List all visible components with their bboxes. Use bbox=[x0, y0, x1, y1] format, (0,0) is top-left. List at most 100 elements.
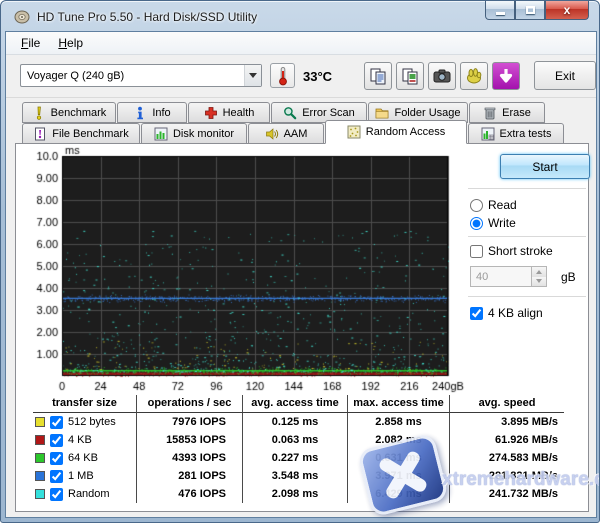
avg-access-value: 0.125 ms bbox=[242, 413, 347, 431]
max-access-value: 6.429 ms bbox=[347, 485, 449, 503]
avg-speed-value: 281.821 MB/s bbox=[449, 467, 564, 485]
save-results-button[interactable] bbox=[492, 62, 520, 90]
series-checkbox-4-kb[interactable] bbox=[50, 434, 63, 447]
max-access-value: 2.082 ms bbox=[347, 431, 449, 449]
ops-value: 7976 IOPS bbox=[136, 413, 242, 431]
align-checkbox[interactable] bbox=[470, 307, 483, 320]
max-access-value: 0.631 ms bbox=[347, 449, 449, 467]
stepper-up-icon[interactable] bbox=[532, 267, 546, 277]
results-table: transfer size operations / sec avg. acce… bbox=[33, 395, 564, 503]
read-label: Read bbox=[488, 198, 517, 212]
table-row-label: 4 KB bbox=[33, 431, 136, 449]
random-access-chart bbox=[32, 145, 468, 395]
series-checkbox-random[interactable] bbox=[50, 488, 63, 501]
file-benchmark-icon bbox=[33, 127, 47, 141]
avg-speed-value: 3.895 MB/s bbox=[449, 413, 564, 431]
separator bbox=[468, 188, 586, 189]
series-color-swatch bbox=[35, 417, 45, 427]
hand-icon bbox=[465, 67, 483, 85]
avg-access-value: 0.063 ms bbox=[242, 431, 347, 449]
col-header: max. access time bbox=[347, 395, 449, 413]
series-color-swatch bbox=[35, 489, 45, 499]
table-row-label: 512 bytes bbox=[33, 413, 136, 431]
col-header: avg. access time bbox=[242, 395, 347, 413]
title-bar[interactable]: HD Tune Pro 5.50 - Hard Disk/SSD Utility… bbox=[1, 1, 599, 31]
camera-icon bbox=[433, 69, 451, 83]
write-radio[interactable] bbox=[470, 217, 483, 230]
menu-bar: File Help bbox=[6, 32, 596, 55]
tab-erase[interactable]: Erase bbox=[469, 102, 545, 123]
ops-value: 4393 IOPS bbox=[136, 449, 242, 467]
copy-image-icon bbox=[401, 67, 419, 85]
table-row-label: 64 KB bbox=[33, 449, 136, 467]
tab-disk-monitor[interactable]: Disk monitor bbox=[141, 123, 247, 144]
exit-button[interactable]: Exit bbox=[534, 61, 596, 90]
toolbar: Voyager Q (240 gB) 33°C bbox=[6, 55, 596, 98]
avg-speed-value: 241.732 MB/s bbox=[449, 485, 564, 503]
short-stroke-label: Short stroke bbox=[488, 244, 553, 258]
max-access-value: 3.971 ms bbox=[347, 467, 449, 485]
drive-select-dropdown[interactable]: Voyager Q (240 gB) bbox=[20, 64, 262, 87]
read-radio[interactable] bbox=[470, 199, 483, 212]
max-access-value: 2.858 ms bbox=[347, 413, 449, 431]
series-color-swatch bbox=[35, 453, 45, 463]
app-window: HD Tune Pro 5.50 - Hard Disk/SSD Utility… bbox=[0, 0, 600, 523]
avg-speed-value: 61.926 MB/s bbox=[449, 431, 564, 449]
write-label: Write bbox=[488, 216, 516, 230]
copy-text-icon bbox=[369, 67, 387, 85]
app-icon bbox=[14, 9, 30, 25]
dropdown-arrow-icon bbox=[244, 65, 261, 86]
series-checkbox-1-mb[interactable] bbox=[50, 470, 63, 483]
minimize-button[interactable] bbox=[485, 1, 515, 20]
col-header: transfer size bbox=[33, 395, 136, 413]
ops-value: 281 IOPS bbox=[136, 467, 242, 485]
close-icon: x bbox=[564, 3, 571, 17]
ops-value: 476 IOPS bbox=[136, 485, 242, 503]
series-checkbox-64-kb[interactable] bbox=[50, 452, 63, 465]
tab-benchmark[interactable]: Benchmark bbox=[22, 102, 116, 123]
info-icon bbox=[133, 106, 147, 120]
random-access-panel: Start Read Write Short stroke bbox=[15, 143, 589, 512]
start-button[interactable]: Start bbox=[500, 154, 590, 179]
download-icon bbox=[498, 68, 514, 84]
short-stroke-checkbox[interactable] bbox=[470, 245, 483, 258]
erase-icon bbox=[483, 106, 497, 120]
series-checkbox-512-bytes[interactable] bbox=[50, 416, 63, 429]
tab-info[interactable]: Info bbox=[117, 102, 187, 123]
options-button[interactable] bbox=[460, 62, 488, 90]
copy-image-button[interactable] bbox=[396, 62, 424, 90]
avg-access-value: 3.548 ms bbox=[242, 467, 347, 485]
tab-aam[interactable]: AAM bbox=[248, 123, 324, 144]
tab-random-access[interactable]: Random Access bbox=[325, 120, 467, 144]
temperature-button[interactable] bbox=[270, 63, 295, 88]
col-header: operations / sec bbox=[136, 395, 242, 413]
tab-extra-tests[interactable]: Extra tests bbox=[468, 123, 564, 144]
temperature-value: 33°C bbox=[303, 69, 332, 84]
short-stroke-stepper[interactable] bbox=[532, 266, 547, 287]
separator bbox=[468, 236, 586, 237]
copy-text-button[interactable] bbox=[364, 62, 392, 90]
short-stroke-unit: gB bbox=[561, 270, 576, 284]
avg-speed-value: 274.583 MB/s bbox=[449, 449, 564, 467]
extra-tests-icon bbox=[481, 127, 495, 141]
menu-file[interactable]: File bbox=[12, 33, 49, 53]
short-stroke-size-input[interactable] bbox=[470, 266, 532, 287]
minimize-icon bbox=[496, 12, 505, 15]
avg-access-value: 2.098 ms bbox=[242, 485, 347, 503]
random-access-icon bbox=[347, 125, 361, 139]
tab-health[interactable]: Health bbox=[188, 102, 270, 123]
disk-monitor-icon bbox=[154, 127, 168, 141]
aam-icon bbox=[265, 127, 279, 141]
ops-value: 15853 IOPS bbox=[136, 431, 242, 449]
align-label: 4 KB align bbox=[488, 306, 543, 320]
tab-file-benchmark[interactable]: File Benchmark bbox=[22, 123, 140, 144]
menu-help[interactable]: Help bbox=[49, 33, 92, 53]
stepper-down-icon[interactable] bbox=[532, 277, 546, 287]
health-icon bbox=[204, 106, 218, 120]
window-title: HD Tune Pro 5.50 - Hard Disk/SSD Utility bbox=[37, 10, 257, 24]
close-button[interactable]: x bbox=[545, 1, 589, 20]
screenshot-button[interactable] bbox=[428, 62, 456, 90]
client-area: File Help Voyager Q (240 gB) 33°C bbox=[5, 31, 597, 518]
maximize-button[interactable] bbox=[515, 1, 545, 20]
benchmark-icon bbox=[32, 106, 46, 120]
